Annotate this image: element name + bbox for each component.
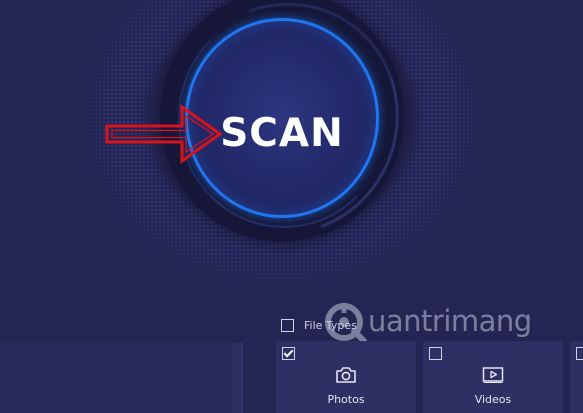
file-types-toggle[interactable]: File Types (281, 317, 357, 333)
watermark-text: uantrimang (368, 304, 532, 338)
file-type-card-partial[interactable] (570, 341, 583, 413)
camera-icon (276, 366, 416, 388)
video-play-icon (423, 366, 563, 388)
videos-checkbox[interactable] (429, 347, 442, 360)
red-arrow-annotation-icon (105, 104, 223, 164)
partial-card-checkbox[interactable] (576, 347, 583, 360)
file-types-checkbox[interactable] (281, 318, 294, 332)
scan-screen: SCAN uantrimang File Types Photos Videos (0, 0, 583, 413)
file-type-card-videos[interactable]: Videos (423, 341, 563, 413)
file-types-label: File Types (304, 318, 357, 332)
photos-label: Photos (327, 393, 365, 406)
file-type-card-photos[interactable]: Photos (276, 341, 416, 413)
photos-checkbox[interactable] (282, 347, 295, 360)
scan-location-panel-inner (0, 343, 232, 413)
videos-label: Videos (474, 393, 512, 406)
